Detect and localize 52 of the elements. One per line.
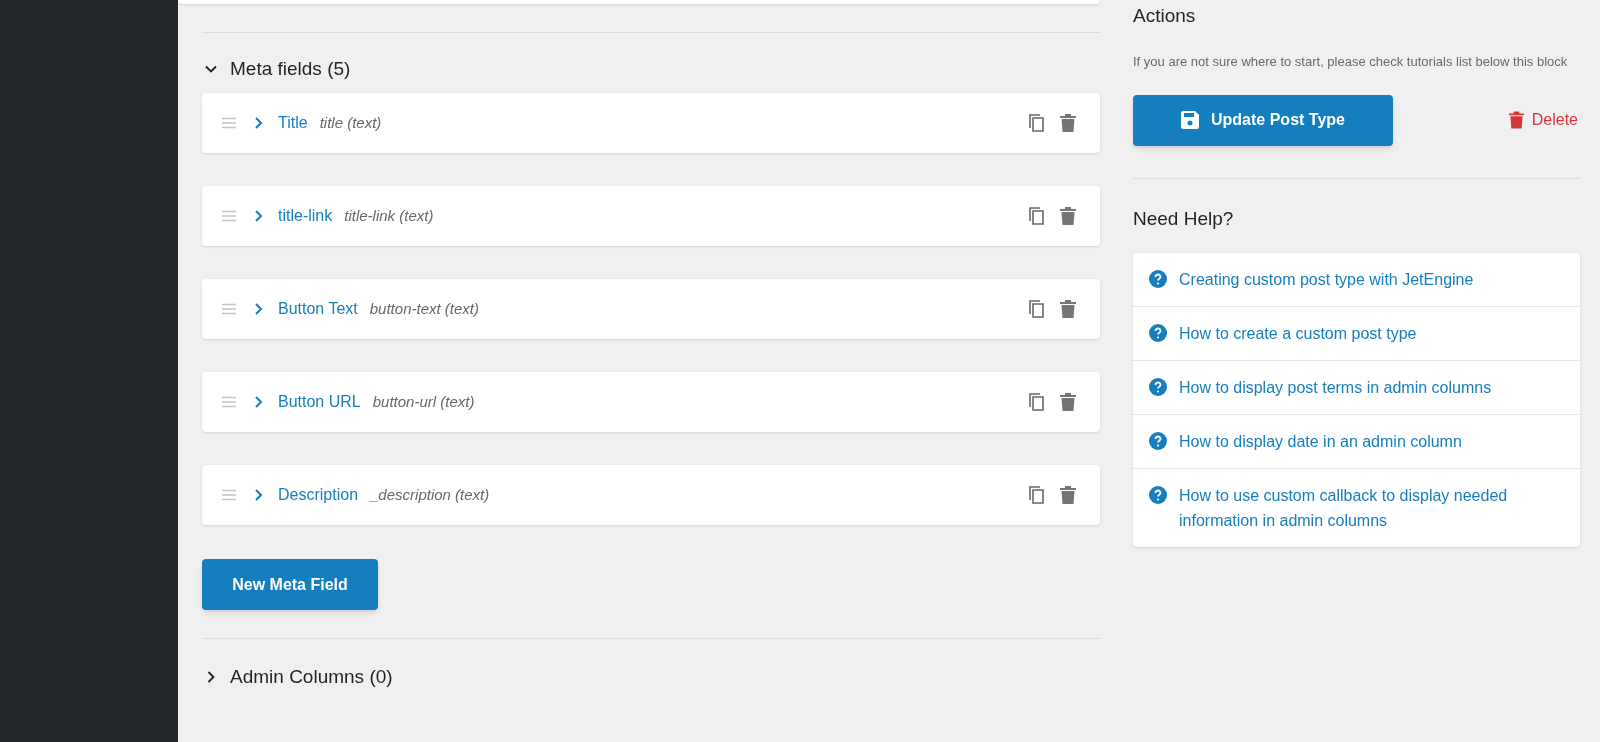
help-icon bbox=[1149, 324, 1167, 342]
field-name: button-url (text) bbox=[372, 391, 475, 412]
chevron-right-icon[interactable] bbox=[254, 302, 264, 316]
new-meta-field-button[interactable]: New Meta Field bbox=[202, 559, 378, 610]
drag-handle-icon[interactable] bbox=[222, 117, 236, 129]
section-heading: Need Help? bbox=[1133, 206, 1235, 231]
copy-icon[interactable] bbox=[1028, 206, 1046, 226]
drag-handle-icon[interactable] bbox=[222, 303, 236, 315]
help-icon bbox=[1149, 270, 1167, 288]
trash-icon[interactable] bbox=[1060, 486, 1076, 504]
drag-handle-icon[interactable] bbox=[222, 396, 236, 408]
field-label-link[interactable]: title-link bbox=[278, 204, 333, 228]
field-name: title (text) bbox=[319, 112, 382, 133]
section-toggle[interactable]: Admin Columns (0) bbox=[202, 663, 1100, 691]
chevron-right-icon[interactable] bbox=[254, 116, 264, 130]
section-toggle[interactable]: Meta fields (5) bbox=[202, 55, 1100, 83]
chevron-right-icon[interactable] bbox=[254, 395, 264, 409]
chevron-right-icon[interactable] bbox=[254, 209, 264, 223]
field-name: title-link (text) bbox=[344, 205, 434, 226]
section-title: Meta fields (5) bbox=[230, 56, 351, 81]
save-icon bbox=[1181, 111, 1199, 129]
delete-link[interactable]: Delete bbox=[1508, 108, 1580, 132]
field-label-link[interactable]: Button URL bbox=[278, 390, 361, 414]
chevron-right-icon[interactable] bbox=[254, 488, 264, 502]
section-title: Admin Columns (0) bbox=[230, 664, 393, 689]
copy-icon[interactable] bbox=[1028, 299, 1046, 319]
section-heading: Actions bbox=[1133, 4, 1197, 28]
field-label-link[interactable]: Title bbox=[278, 111, 308, 135]
help-link[interactable]: How to create a custom post type bbox=[1133, 306, 1580, 360]
trash-icon[interactable] bbox=[1060, 393, 1076, 411]
help-icon bbox=[1149, 432, 1167, 450]
trash-icon[interactable] bbox=[1060, 300, 1076, 318]
help-link[interactable]: How to use custom callback to display needed information in admin columns bbox=[1133, 468, 1580, 547]
drag-handle-icon[interactable] bbox=[222, 210, 236, 222]
trash-icon bbox=[1508, 111, 1524, 129]
copy-icon[interactable] bbox=[1028, 485, 1046, 505]
copy-icon[interactable] bbox=[1028, 113, 1046, 133]
field-label-link[interactable]: Description bbox=[278, 483, 359, 507]
field-name: _description (text) bbox=[370, 484, 490, 505]
trash-icon[interactable] bbox=[1060, 207, 1076, 225]
trash-icon[interactable] bbox=[1060, 114, 1076, 132]
field-label-link[interactable]: Button Text bbox=[278, 297, 358, 321]
help-link[interactable]: Creating custom post type with JetEngine bbox=[1133, 253, 1580, 306]
help-link[interactable]: How to display post terms in admin columns bbox=[1133, 360, 1580, 414]
drag-handle-icon[interactable] bbox=[222, 489, 236, 501]
field-name: button-text (text) bbox=[369, 298, 479, 319]
update-post-type-button[interactable]: Update Post Type bbox=[1133, 94, 1393, 146]
help-icon bbox=[1149, 486, 1167, 504]
help-link[interactable]: How to display date in an admin column bbox=[1133, 414, 1580, 468]
copy-icon[interactable] bbox=[1028, 392, 1046, 412]
description-text: If you are not sure where to start, please check tutorials list below this block bbox=[1133, 52, 1569, 71]
help-icon bbox=[1149, 378, 1167, 396]
